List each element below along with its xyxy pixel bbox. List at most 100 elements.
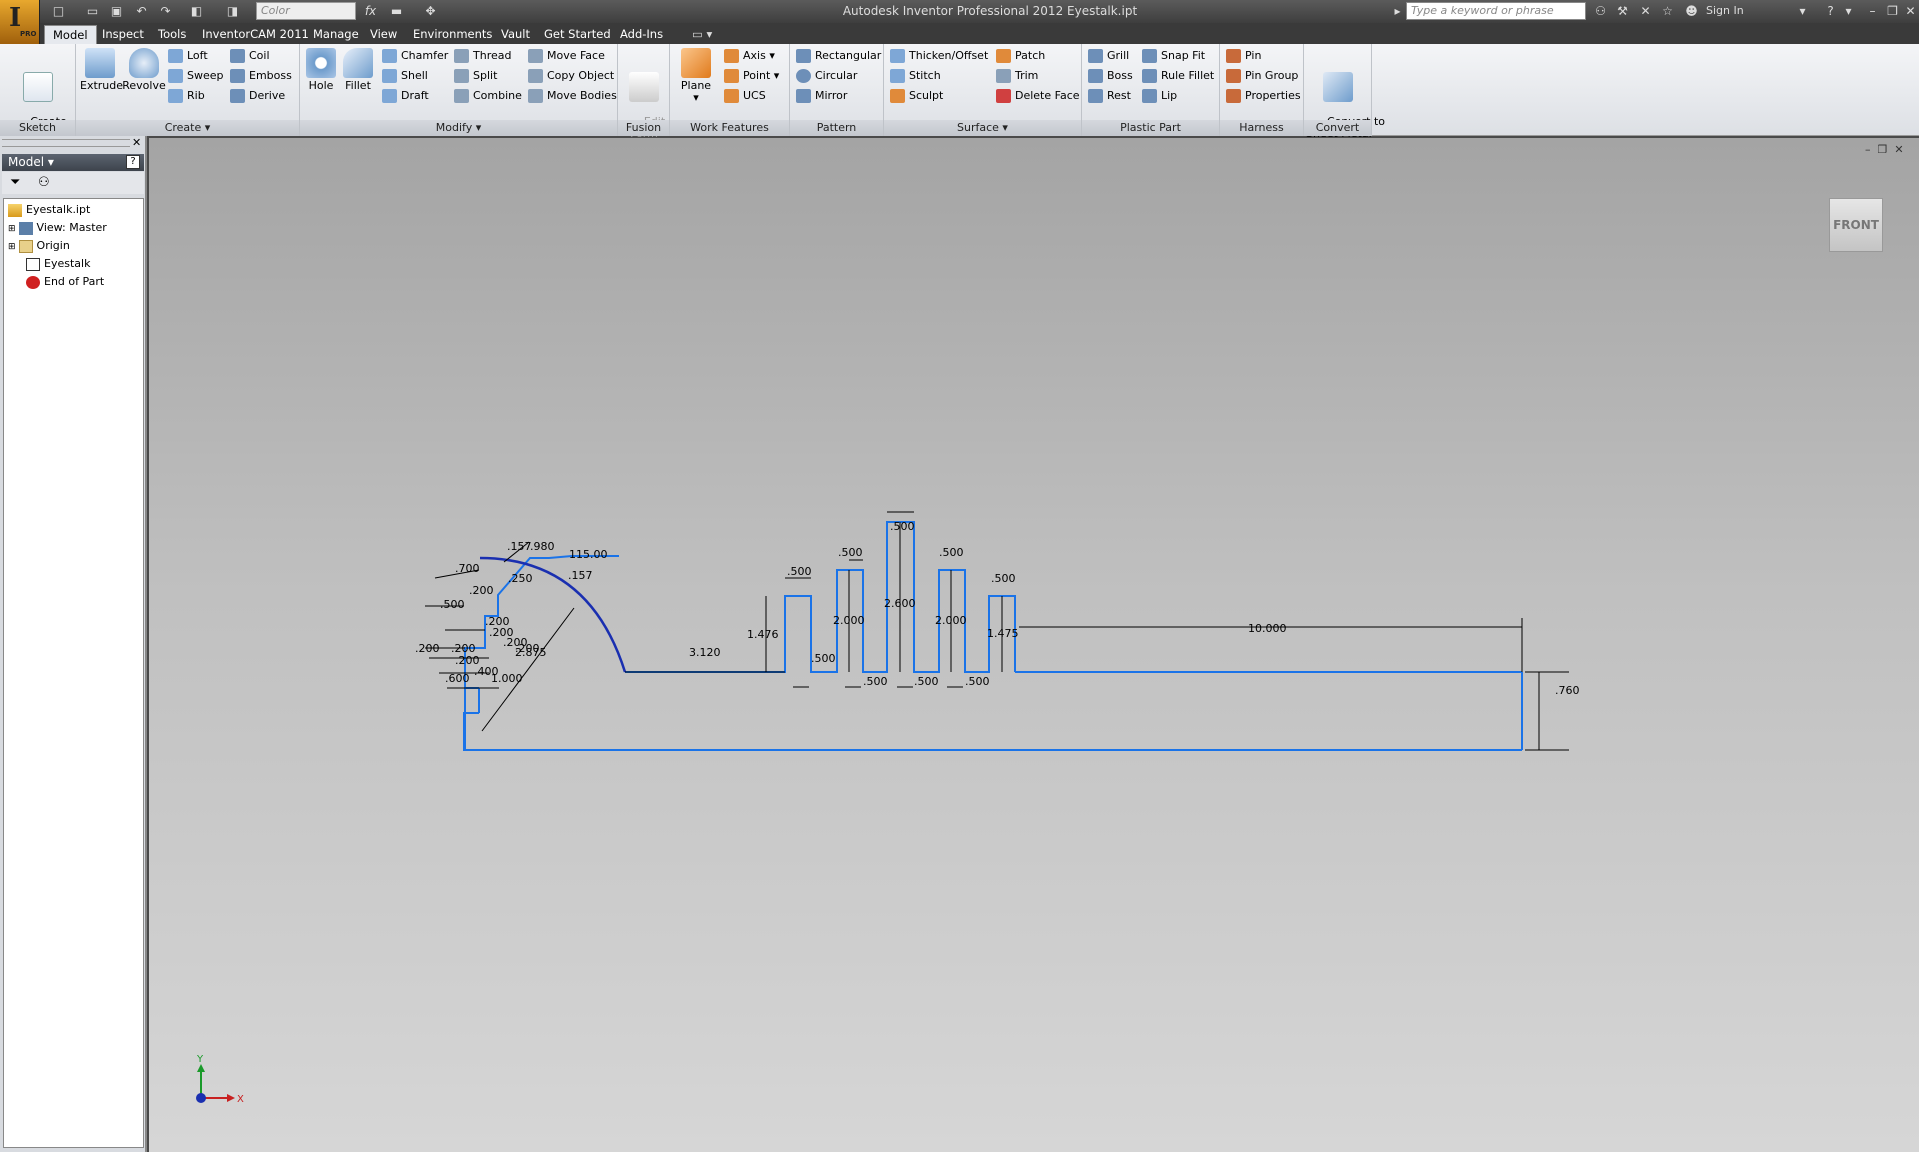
surface-group-2: Patch Trim Delete Face bbox=[996, 46, 1082, 106]
favorites-icon[interactable]: ☆ bbox=[1659, 3, 1676, 19]
delete-face-button[interactable]: Delete Face bbox=[996, 86, 1082, 106]
update-icon[interactable]: ◨ bbox=[224, 3, 241, 19]
panel-title-sketch: Sketch bbox=[0, 120, 75, 136]
canvas-window-controls[interactable]: – ❐ ✕ bbox=[1865, 143, 1904, 156]
panel-title-create[interactable]: Create ▾ bbox=[76, 120, 299, 136]
folder-icon bbox=[18, 239, 33, 253]
tab-view[interactable]: View bbox=[362, 25, 405, 44]
undo-icon[interactable]: ↶ bbox=[133, 3, 150, 19]
trim-button[interactable]: Trim bbox=[996, 66, 1082, 86]
project-icon[interactable]: ◧ bbox=[188, 3, 205, 19]
point-button[interactable]: Point ▾ bbox=[724, 66, 788, 86]
tools-icon[interactable]: ⚒ bbox=[1614, 3, 1631, 19]
sweep-button[interactable]: Sweep bbox=[168, 66, 232, 86]
tree-node-origin[interactable]: ⊞ Origin bbox=[8, 237, 70, 255]
pin-group-button[interactable]: Pin Group bbox=[1226, 66, 1304, 86]
tab-manage[interactable]: Manage bbox=[305, 25, 367, 44]
fillet-button[interactable]: Fillet bbox=[340, 44, 376, 92]
mirror-button[interactable]: Mirror bbox=[796, 86, 884, 106]
lip-label: Lip bbox=[1161, 89, 1178, 102]
select-icon[interactable]: ✥ bbox=[422, 3, 439, 19]
sign-in-link[interactable]: Sign In bbox=[1706, 4, 1744, 17]
move-bodies-button[interactable]: Move Bodies bbox=[528, 86, 618, 106]
tree-node-part[interactable]: Eyestalk.ipt bbox=[8, 201, 90, 219]
grill-button[interactable]: Grill bbox=[1088, 46, 1144, 66]
boss-button[interactable]: Boss bbox=[1088, 66, 1144, 86]
sculpt-label: Sculpt bbox=[909, 89, 944, 102]
derive-button[interactable]: Derive bbox=[230, 86, 298, 106]
lip-button[interactable]: Lip bbox=[1142, 86, 1220, 106]
revolve-button[interactable]: Revolve bbox=[122, 44, 166, 92]
search-input[interactable]: Type a keyword or phrase bbox=[1406, 2, 1586, 20]
rib-button[interactable]: Rib bbox=[168, 86, 232, 106]
help-icon[interactable]: ? bbox=[1822, 3, 1839, 19]
fx-icon[interactable]: fx bbox=[362, 3, 379, 19]
tab-get-started[interactable]: Get Started bbox=[536, 25, 619, 44]
find-icon[interactable]: ⚇ bbox=[38, 175, 50, 190]
snap-fit-button[interactable]: Snap Fit bbox=[1142, 46, 1220, 66]
panel-title-surface[interactable]: Surface ▾ bbox=[884, 120, 1081, 136]
plane-button[interactable]: Plane ▾ bbox=[676, 44, 716, 104]
save-icon[interactable]: ▣ bbox=[108, 3, 125, 19]
filter-icon[interactable]: ⏷ bbox=[10, 175, 20, 190]
rest-button[interactable]: Rest bbox=[1088, 86, 1144, 106]
rule-fillet-button[interactable]: Rule Fillet bbox=[1142, 66, 1220, 86]
tab-inventorcam[interactable]: InventorCAM 2011 bbox=[194, 25, 317, 44]
rectangular-pattern-button[interactable]: Rectangular bbox=[796, 46, 884, 66]
minimize-icon[interactable]: – bbox=[1864, 3, 1881, 19]
open-icon[interactable]: ▭ bbox=[84, 3, 101, 19]
browser-grip[interactable] bbox=[2, 139, 130, 147]
copy-object-button[interactable]: Copy Object bbox=[528, 66, 618, 86]
combine-button[interactable]: Combine bbox=[454, 86, 528, 106]
tab-add-ins[interactable]: Add-Ins bbox=[612, 25, 671, 44]
properties-button[interactable]: Properties bbox=[1226, 86, 1304, 106]
shell-button[interactable]: Shell bbox=[382, 66, 454, 86]
tab-environments[interactable]: Environments bbox=[405, 25, 500, 44]
tab-inspect[interactable]: Inspect bbox=[94, 25, 152, 44]
new-icon[interactable]: □ bbox=[50, 3, 67, 19]
color-select[interactable]: Color bbox=[256, 2, 356, 20]
pin-group-label: Pin Group bbox=[1245, 69, 1299, 82]
browser-close-icon[interactable]: ✕ bbox=[132, 136, 141, 149]
close-icon[interactable]: ✕ bbox=[1902, 3, 1919, 19]
help-icon[interactable]: ? bbox=[126, 155, 140, 169]
tab-tools[interactable]: Tools bbox=[150, 25, 194, 44]
circular-pattern-button[interactable]: Circular bbox=[796, 66, 884, 86]
viewcube[interactable]: FRONT bbox=[1829, 198, 1883, 252]
panel-title-modify[interactable]: Modify ▾ bbox=[300, 120, 617, 136]
thicken-offset-button[interactable]: Thicken/Offset bbox=[890, 46, 990, 66]
coil-button[interactable]: Coil bbox=[230, 46, 298, 66]
sketch-svg[interactable]: .700 .157 .980 115.00 .157 .250 .500 .20… bbox=[149, 138, 1919, 1152]
redo-icon[interactable]: ↷ bbox=[157, 3, 174, 19]
move-face-button[interactable]: Move Face bbox=[528, 46, 618, 66]
browser-header[interactable]: Model ▾ bbox=[2, 154, 144, 171]
ucs-button[interactable]: UCS bbox=[724, 86, 788, 106]
loft-button[interactable]: Loft bbox=[168, 46, 232, 66]
binoculars-icon[interactable]: ⚇ bbox=[1592, 3, 1609, 19]
tab-vault[interactable]: Vault bbox=[493, 25, 538, 44]
restore-icon[interactable]: ❐ bbox=[1884, 3, 1901, 19]
thread-button[interactable]: Thread bbox=[454, 46, 528, 66]
emboss-button[interactable]: Emboss bbox=[230, 66, 298, 86]
stitch-button[interactable]: Stitch bbox=[890, 66, 990, 86]
measure-icon[interactable]: ▬ bbox=[388, 3, 405, 19]
tree-node-sketch[interactable]: Eyestalk bbox=[26, 255, 90, 273]
ribbon-options-icon[interactable]: ▭ ▾ bbox=[684, 25, 720, 44]
chevron-down-icon[interactable]: ▾ bbox=[1840, 3, 1857, 19]
draft-button[interactable]: Draft bbox=[382, 86, 454, 106]
tree-node-end-of-part[interactable]: End of Part bbox=[26, 273, 104, 291]
extrude-button[interactable]: Extrude bbox=[80, 44, 123, 92]
subscription-icon[interactable]: ✕ bbox=[1637, 3, 1654, 19]
axis-button[interactable]: Axis ▾ bbox=[724, 46, 788, 66]
tree-node-view[interactable]: ⊞ View: Master bbox=[8, 219, 107, 237]
application-menu-button[interactable]: I PRO bbox=[0, 0, 40, 44]
split-button[interactable]: Split bbox=[454, 66, 528, 86]
pin-button[interactable]: Pin bbox=[1226, 46, 1304, 66]
patch-button[interactable]: Patch bbox=[996, 46, 1082, 66]
graphics-window[interactable]: .700 .157 .980 115.00 .157 .250 .500 .20… bbox=[149, 138, 1919, 1152]
tab-model[interactable]: Model bbox=[44, 25, 97, 44]
chamfer-button[interactable]: Chamfer bbox=[382, 46, 454, 66]
hole-button[interactable]: Hole bbox=[304, 44, 338, 92]
chevron-down-icon[interactable]: ▾ bbox=[1794, 3, 1811, 19]
sculpt-button[interactable]: Sculpt bbox=[890, 86, 990, 106]
